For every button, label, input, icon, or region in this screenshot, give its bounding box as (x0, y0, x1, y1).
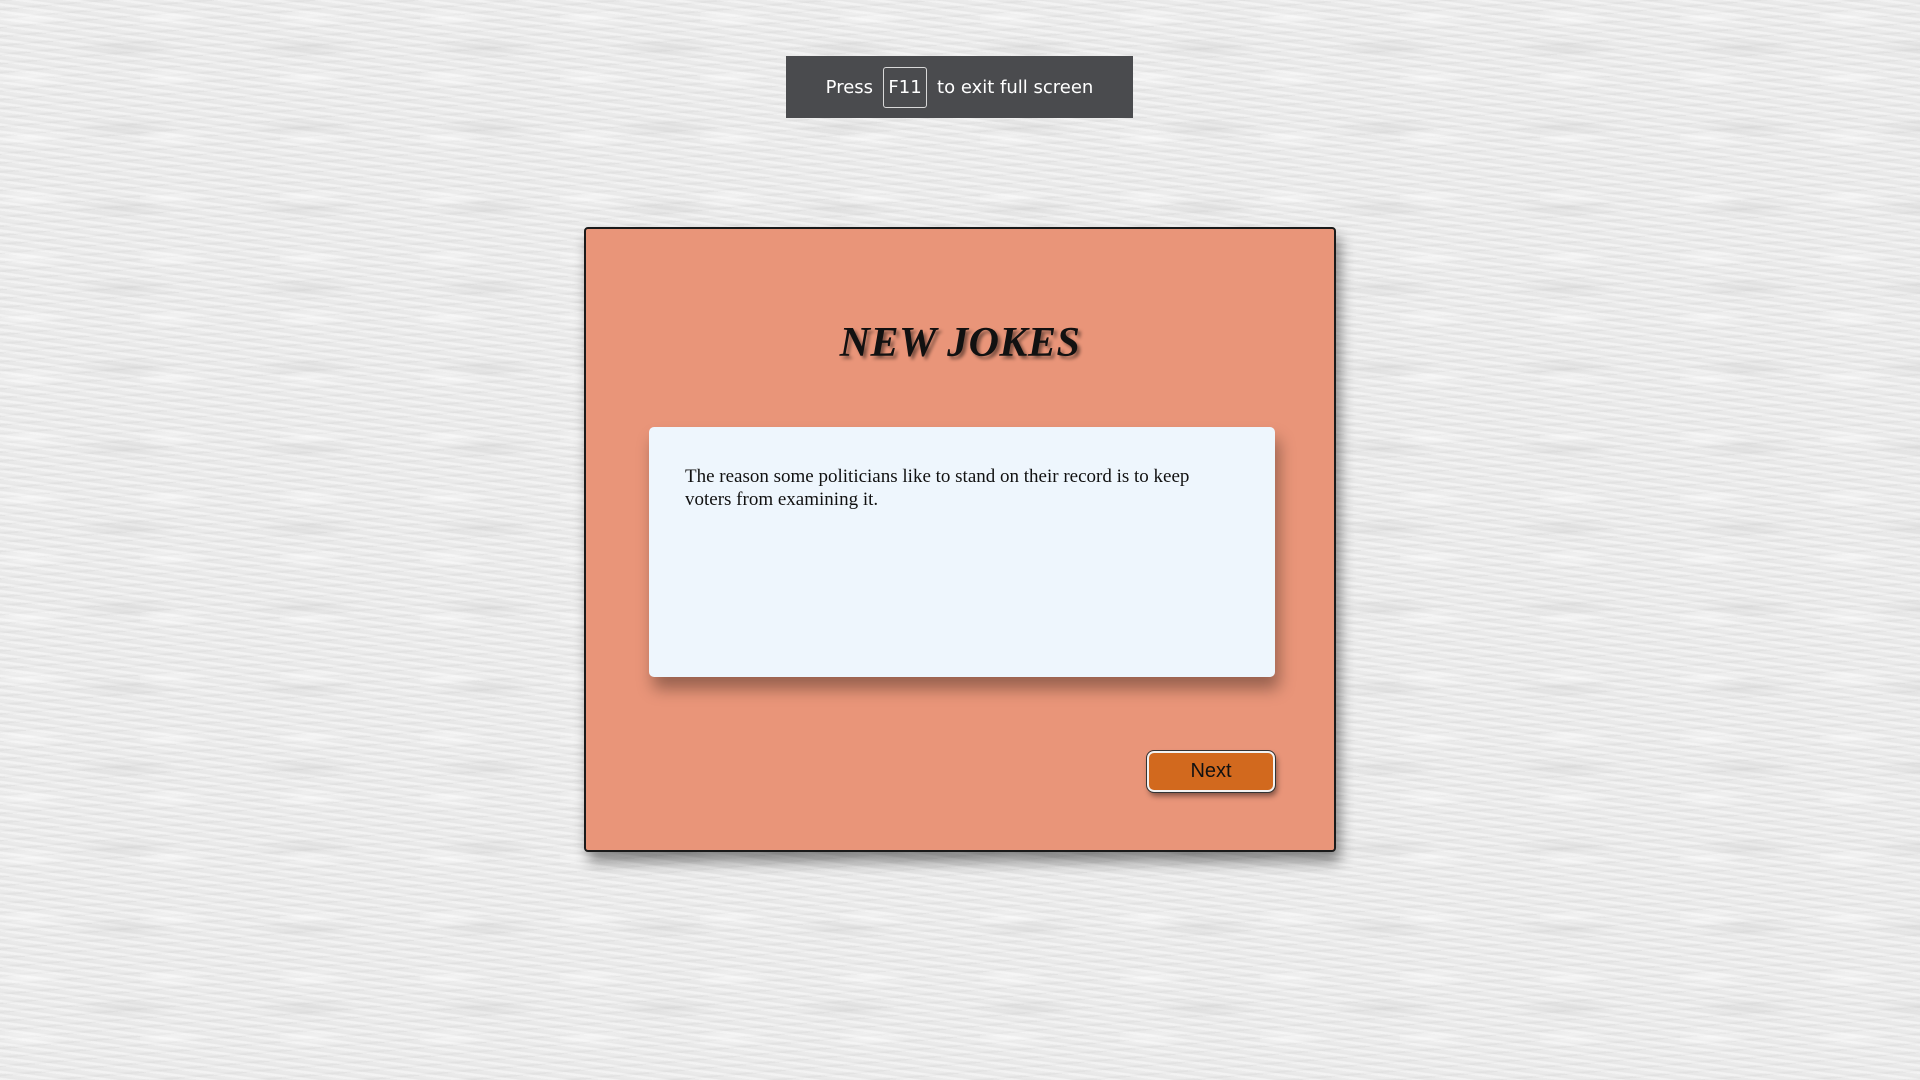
notice-suffix-text: to exit full screen (937, 76, 1094, 98)
joke-text: The reason some politicians like to stan… (685, 466, 1190, 510)
next-button[interactable]: Next (1146, 750, 1276, 793)
f11-key-badge: F11 (883, 66, 928, 108)
notice-prefix-text: Press (825, 76, 874, 98)
joke-box: The reason some politicians like to stan… (649, 427, 1275, 677)
fullscreen-exit-notice: Press F11 to exit full screen (786, 56, 1133, 118)
page-title: NEW JOKES (839, 320, 1081, 366)
jokes-card: NEW JOKES The reason some politicians li… (584, 227, 1336, 852)
